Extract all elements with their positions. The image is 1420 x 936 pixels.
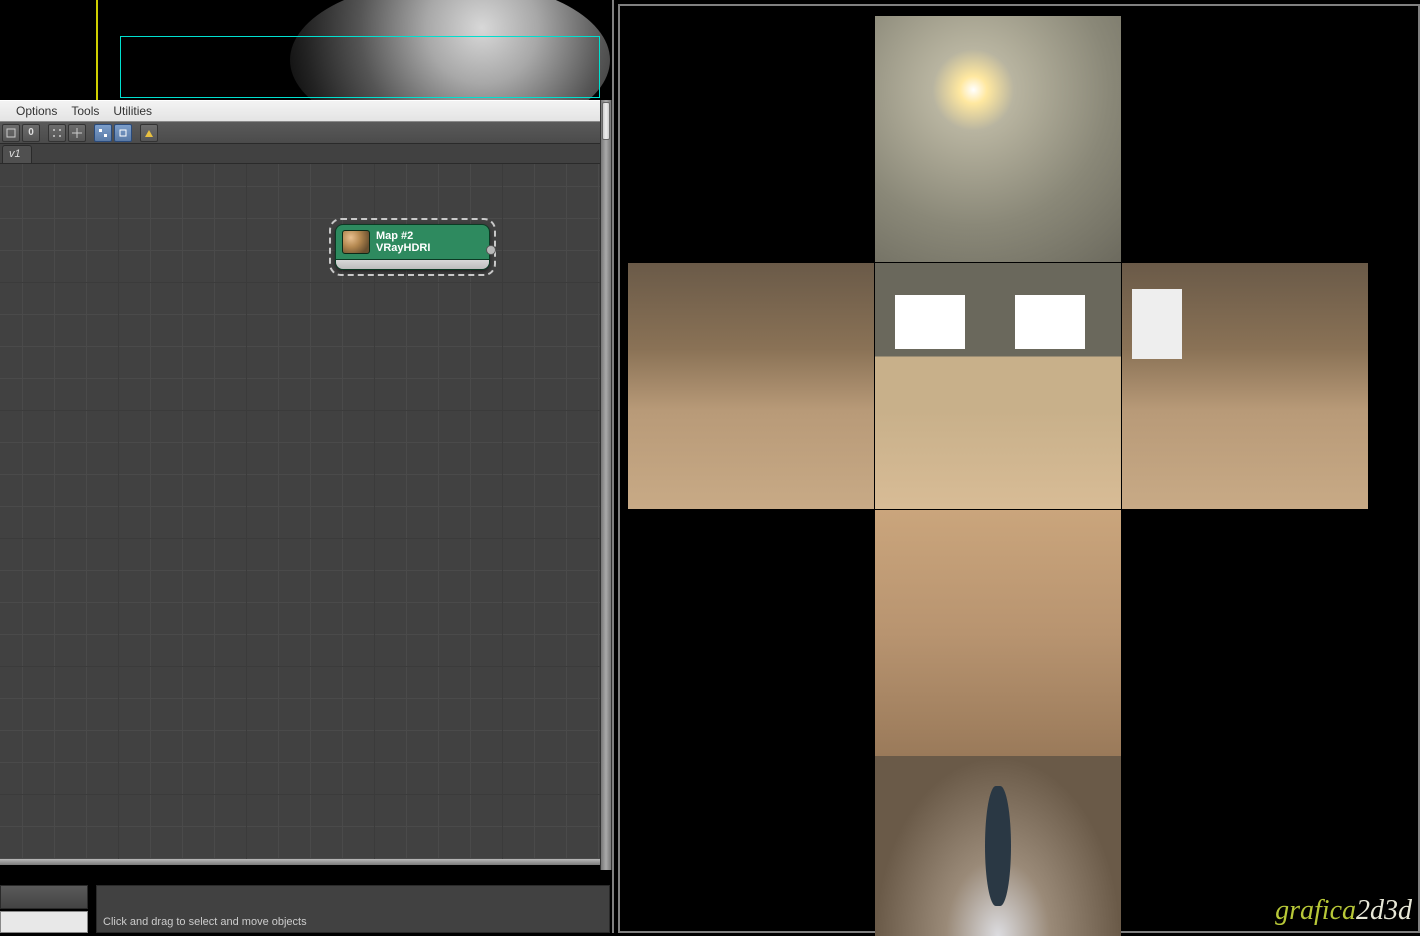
- menu-bar: Options Tools Utilities: [0, 100, 610, 122]
- watermark-a: grafica: [1275, 895, 1356, 926]
- status-hint: Click and drag to select and move object…: [103, 916, 307, 928]
- background-viewport: [0, 0, 610, 100]
- status-bar: Click and drag to select and move object…: [96, 885, 610, 933]
- node-graph-canvas[interactable]: Map #2 VRayHDRI: [0, 164, 610, 859]
- node-thumbnail: [342, 230, 370, 254]
- toolbar-btn-1[interactable]: [2, 124, 20, 142]
- safe-frame: [120, 36, 600, 98]
- toolbar-btn-4[interactable]: [68, 124, 86, 142]
- toolbar-btn-2[interactable]: 0: [22, 124, 40, 142]
- toolbar-btn-5[interactable]: [94, 124, 112, 142]
- tab-view1[interactable]: v1: [2, 145, 32, 163]
- menu-utilities[interactable]: Utilities: [113, 104, 152, 118]
- material-editor-pane: Options Tools Utilities 0 v1 Map #2 VRay…: [0, 0, 610, 933]
- cubemap-cross: [628, 16, 1368, 936]
- toolbar: 0: [0, 122, 610, 144]
- node-title: Map #2: [376, 230, 430, 242]
- map-node[interactable]: Map #2 VRayHDRI: [335, 224, 490, 270]
- command-panel-stub: [0, 885, 88, 909]
- cubemap-face-bottom: [875, 510, 1121, 756]
- toolbar-btn-3[interactable]: [48, 124, 66, 142]
- cubemap-face-right: [1122, 263, 1368, 509]
- watermark-b: 2d3d: [1356, 895, 1412, 926]
- node-output-port[interactable]: [486, 245, 496, 255]
- cubemap-face-back: [875, 756, 1121, 936]
- preview-frame: grafica2d3d: [618, 4, 1420, 933]
- bottom-bar: Click and drag to select and move object…: [0, 859, 610, 933]
- vertical-scrollbar[interactable]: [600, 100, 612, 870]
- toolbar-btn-7[interactable]: [140, 124, 158, 142]
- cubemap-face-top: [875, 16, 1121, 262]
- cubemap-face-front: [875, 263, 1121, 509]
- view-tabs: v1: [0, 144, 610, 164]
- menu-options[interactable]: Options: [16, 104, 57, 118]
- timeline-marker: [96, 0, 98, 100]
- cubemap-face-left: [628, 263, 874, 509]
- cubemap-preview-pane: grafica2d3d: [612, 0, 1420, 933]
- node-label: Map #2 VRayHDRI: [376, 230, 430, 254]
- toolbar-btn-6[interactable]: [114, 124, 132, 142]
- node-type: VRayHDRI: [376, 242, 430, 254]
- node-footer: [336, 259, 489, 269]
- menu-tools[interactable]: Tools: [71, 104, 99, 118]
- command-input[interactable]: [0, 911, 88, 933]
- splitter[interactable]: [0, 859, 610, 865]
- watermark: grafica2d3d: [1275, 895, 1412, 927]
- scrollbar-thumb[interactable]: [602, 102, 610, 140]
